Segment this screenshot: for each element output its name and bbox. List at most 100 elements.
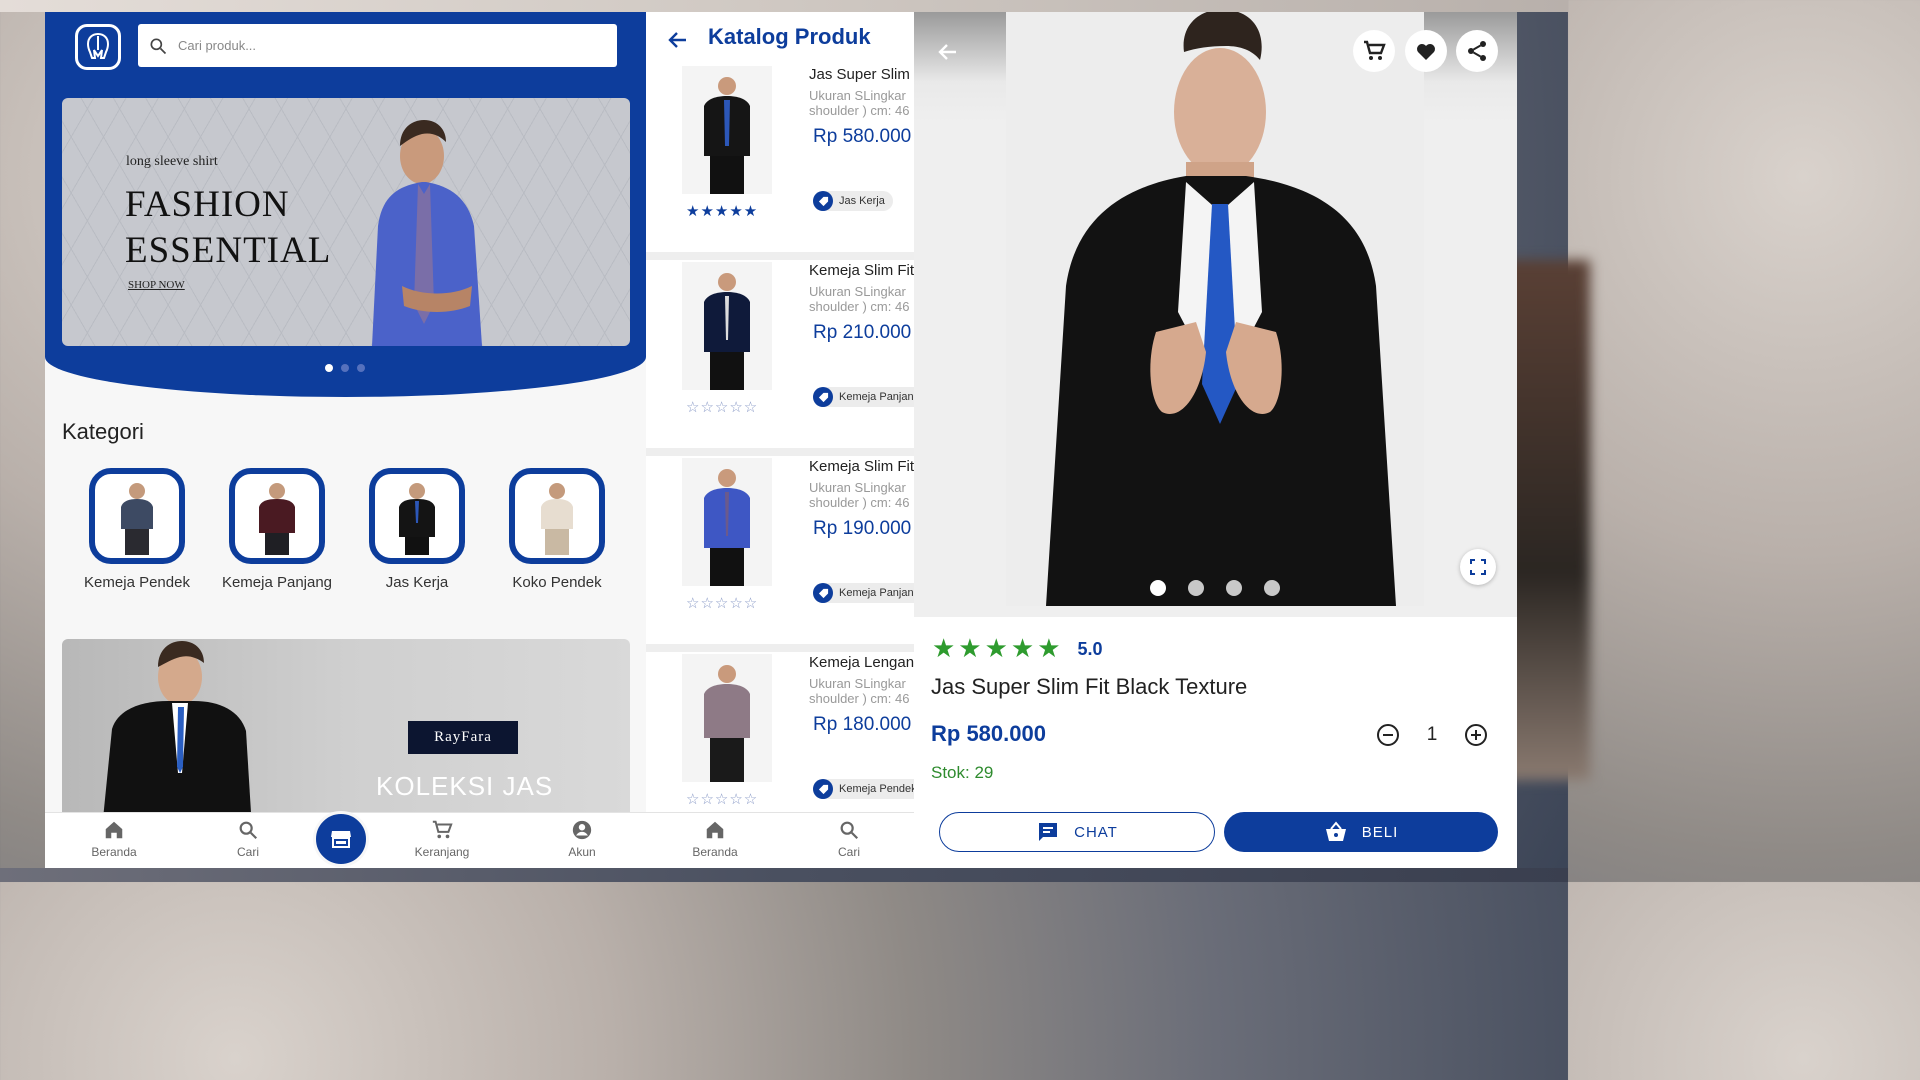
product-detail-screen: ★★★★★ 5.0 Jas Super Slim Fit Black Textu… xyxy=(914,12,1517,868)
product-description: Ukuran SLingkar shoulder ) cm: 46 xyxy=(809,284,910,314)
category-list: Kemeja Pendek Kemeja Panjang Jas Kerja K… xyxy=(62,468,632,591)
nav-label: Cari xyxy=(837,845,860,859)
category-label: Kemeja Panjang xyxy=(221,574,333,591)
category-tag[interactable]: Jas Kerja xyxy=(813,191,893,211)
category-tag[interactable]: Kemeja Panjang xyxy=(813,583,914,603)
search-bar[interactable] xyxy=(138,24,617,67)
carousel-dot[interactable] xyxy=(357,364,365,372)
tag-icon xyxy=(813,191,833,211)
quantity-stepper: 1 xyxy=(1376,723,1488,747)
gallery-dot[interactable] xyxy=(1226,580,1242,596)
catalog-screen: Katalog Produk ★★★★★ Jas Super Slim Fit … xyxy=(646,12,914,868)
product-image xyxy=(682,458,772,586)
search-input[interactable] xyxy=(178,38,578,53)
product-card[interactable]: ☆☆☆☆☆ Kemeja Slim Fit Ukuran SLingkar sh… xyxy=(646,456,914,652)
nav-label: Cari xyxy=(236,845,259,859)
gallery-dot[interactable] xyxy=(1188,580,1204,596)
gallery-dot[interactable] xyxy=(1264,580,1280,596)
store-fab-button[interactable] xyxy=(313,811,369,867)
product-gallery[interactable] xyxy=(914,12,1517,617)
category-tag[interactable]: Kemeja Pendek xyxy=(813,779,914,799)
bottom-navigation: Beranda Cari Keranjang Akun xyxy=(45,811,646,868)
tag-icon xyxy=(813,779,833,799)
rating-value: 5.0 xyxy=(1077,638,1103,659)
store-icon xyxy=(331,831,351,848)
carousel-dot[interactable] xyxy=(341,364,349,372)
nav-keranjang[interactable]: Keranjang xyxy=(397,819,487,859)
nav-akun[interactable]: Akun xyxy=(537,819,627,859)
category-item[interactable]: Koko Pendek xyxy=(488,468,626,591)
collection-title: KOLEKSI JAS xyxy=(376,771,554,801)
category-label: Jas Kerja xyxy=(385,574,449,591)
product-description: Ukuran SLingkar shoulder ) cm: 46 xyxy=(809,480,910,510)
category-item[interactable]: Jas Kerja xyxy=(348,468,486,591)
heart-icon xyxy=(1417,44,1435,60)
back-arrow-icon[interactable] xyxy=(936,40,960,64)
product-price: Rp 180.000 xyxy=(813,714,912,735)
nav-cari[interactable]: Cari xyxy=(203,819,293,859)
tag-label: Kemeja Pendek xyxy=(839,783,914,795)
home-icon xyxy=(706,821,724,839)
collection-banner[interactable]: RayFara KOLEKSI JAS xyxy=(62,639,630,829)
gallery-dot[interactable] xyxy=(1150,580,1166,596)
category-tag[interactable]: Kemeja Panjang xyxy=(813,387,914,407)
search-icon xyxy=(150,38,167,54)
nav-label: Keranjang xyxy=(414,845,470,859)
product-name: Jas Super Slim Fit Black Texture xyxy=(931,674,1248,699)
catalog-header: Katalog Produk xyxy=(646,12,914,67)
minus-circle-icon[interactable] xyxy=(1376,723,1400,747)
back-arrow-icon[interactable] xyxy=(666,28,690,52)
plus-circle-icon[interactable] xyxy=(1464,723,1488,747)
nav-beranda[interactable]: Beranda xyxy=(69,819,159,859)
tag-label: Kemeja Panjang xyxy=(839,587,914,599)
product-card[interactable]: ★★★★★ Jas Super Slim Fit Black Texture U… xyxy=(646,64,914,260)
product-name: Kemeja Slim Fit xyxy=(809,262,914,279)
nav-beranda[interactable]: Beranda xyxy=(670,819,760,859)
cart-button[interactable] xyxy=(1353,30,1395,72)
banner-title: FASHION ESSENTIAL xyxy=(125,184,332,271)
home-header: long sleeve shirt FASHION ESSENTIAL SHOP… xyxy=(45,12,646,397)
nav-label: Beranda xyxy=(91,845,137,859)
collection-model-image xyxy=(102,641,252,829)
home-icon xyxy=(105,821,123,839)
product-photo xyxy=(1006,12,1424,606)
category-image xyxy=(509,468,605,564)
product-rating: ★★★★★ xyxy=(686,202,759,220)
home-screen: long sleeve shirt FASHION ESSENTIAL SHOP… xyxy=(45,12,646,868)
fullscreen-icon xyxy=(1470,559,1486,575)
product-description: Ukuran SLingkar shoulder ) cm: 46 xyxy=(809,88,910,118)
category-image xyxy=(369,468,465,564)
wishlist-button[interactable] xyxy=(1405,30,1447,72)
category-section-title: Kategori xyxy=(62,419,144,444)
product-price: Rp 580.000 xyxy=(931,721,1046,746)
product-name: Kemeja Lengan xyxy=(809,654,914,671)
banner-model-image xyxy=(372,120,482,346)
chat-button-label: CHAT xyxy=(1074,823,1118,841)
product-image xyxy=(682,262,772,390)
nav-cari[interactable]: Cari xyxy=(804,819,894,859)
product-rating: ☆☆☆☆☆ xyxy=(686,398,759,416)
buy-button[interactable]: BELI xyxy=(1224,812,1498,852)
app-logo xyxy=(75,24,121,70)
shop-now-link[interactable]: SHOP NOW xyxy=(128,279,185,291)
tag-label: Jas Kerja xyxy=(839,195,885,207)
product-rating: ☆☆☆☆☆ xyxy=(686,594,759,612)
category-label: Koko Pendek xyxy=(512,574,602,591)
category-image xyxy=(229,468,325,564)
carousel-dot[interactable] xyxy=(325,364,333,372)
cart-icon xyxy=(432,820,453,839)
category-item[interactable]: Kemeja Pendek xyxy=(68,468,206,591)
chat-icon xyxy=(1039,823,1058,841)
product-card[interactable]: ☆☆☆☆☆ Kemeja Slim Fit Ukuran SLingkar sh… xyxy=(646,260,914,456)
chat-button[interactable]: CHAT xyxy=(939,812,1215,852)
promo-banner[interactable]: long sleeve shirt FASHION ESSENTIAL SHOP… xyxy=(62,98,630,346)
nav-label: Akun xyxy=(568,845,596,859)
brand-logo: RayFara xyxy=(408,721,518,754)
fullscreen-button[interactable] xyxy=(1460,549,1496,585)
tag-icon xyxy=(813,387,833,407)
nav-label: Beranda xyxy=(692,845,738,859)
category-item[interactable]: Kemeja Panjang xyxy=(208,468,346,591)
share-button[interactable] xyxy=(1456,30,1498,72)
product-rating-row: ★★★★★ 5.0 xyxy=(932,634,1103,664)
product-price: Rp 580.000 xyxy=(813,126,912,147)
